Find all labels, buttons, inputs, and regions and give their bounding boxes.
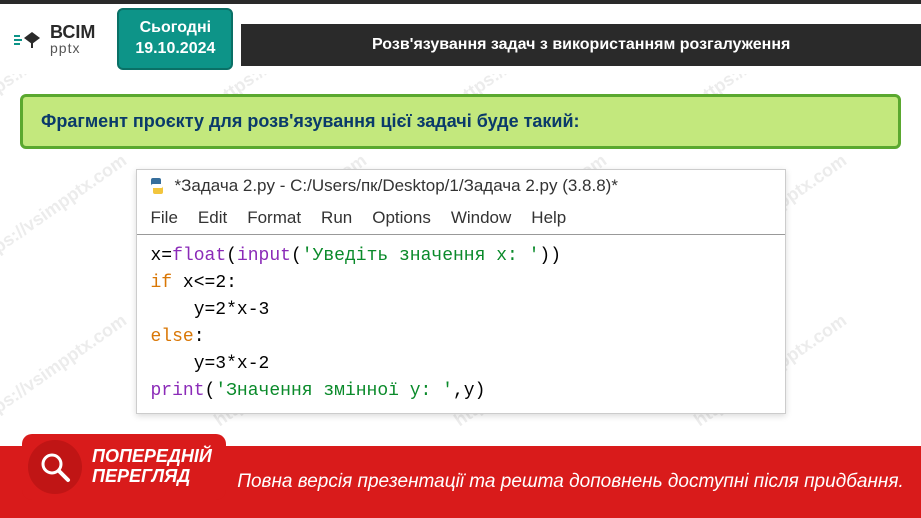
editor-title: *Задача 2.py - C:/Users/пк/Desktop/1/Зад… [175,176,618,196]
date-badge-label: Сьогодні [135,18,215,39]
date-badge-date: 19.10.2024 [135,39,215,60]
badge-line1: ПОПЕРЕДНІЙ [92,447,212,467]
menu-help[interactable]: Help [531,208,566,228]
editor-window: *Задача 2.py - C:/Users/пк/Desktop/1/Зад… [136,169,786,414]
menu-format[interactable]: Format [247,208,301,228]
logo-text-line2: pptx [50,41,95,55]
menu-run[interactable]: Run [321,208,352,228]
badge-line2: ПЕРЕГЛЯД [92,467,212,487]
code-line-1: x=float(input('Уведіть значення x: ')) [151,243,771,270]
editor-body: x=float(input('Уведіть значення x: ')) i… [137,235,785,413]
code-line-2: if x<=2: [151,270,771,297]
date-badge: Сьогодні 19.10.2024 [117,8,233,70]
code-line-5: y=3*x-2 [151,351,771,378]
content-area: Фрагмент проєкту для розв'язування цієї … [0,74,921,434]
editor-titlebar: *Задача 2.py - C:/Users/пк/Desktop/1/Зад… [137,170,785,202]
menu-window[interactable]: Window [451,208,511,228]
menu-file[interactable]: File [151,208,178,228]
instruction-box: Фрагмент проєкту для розв'язування цієї … [20,94,901,149]
editor-menubar: File Edit Format Run Options Window Help [137,202,785,235]
python-icon [147,176,167,196]
code-line-3: y=2*x-3 [151,297,771,324]
code-line-6: print('Значення змінної у: ',y) [151,378,771,405]
logo-text-line1: ВСІМ [50,23,95,41]
magnifier-icon [28,440,82,494]
page-title: Розв'язування задач з використанням розг… [241,24,921,66]
header: ВСІМ pptx Сьогодні 19.10.2024 Розв'язува… [0,0,921,74]
menu-options[interactable]: Options [372,208,431,228]
logo: ВСІМ pptx [0,4,109,74]
code-line-4: else: [151,324,771,351]
menu-edit[interactable]: Edit [198,208,227,228]
preview-badge: ПОПЕРЕДНІЙ ПЕРЕГЛЯД [22,434,226,500]
logo-icon [14,28,44,50]
